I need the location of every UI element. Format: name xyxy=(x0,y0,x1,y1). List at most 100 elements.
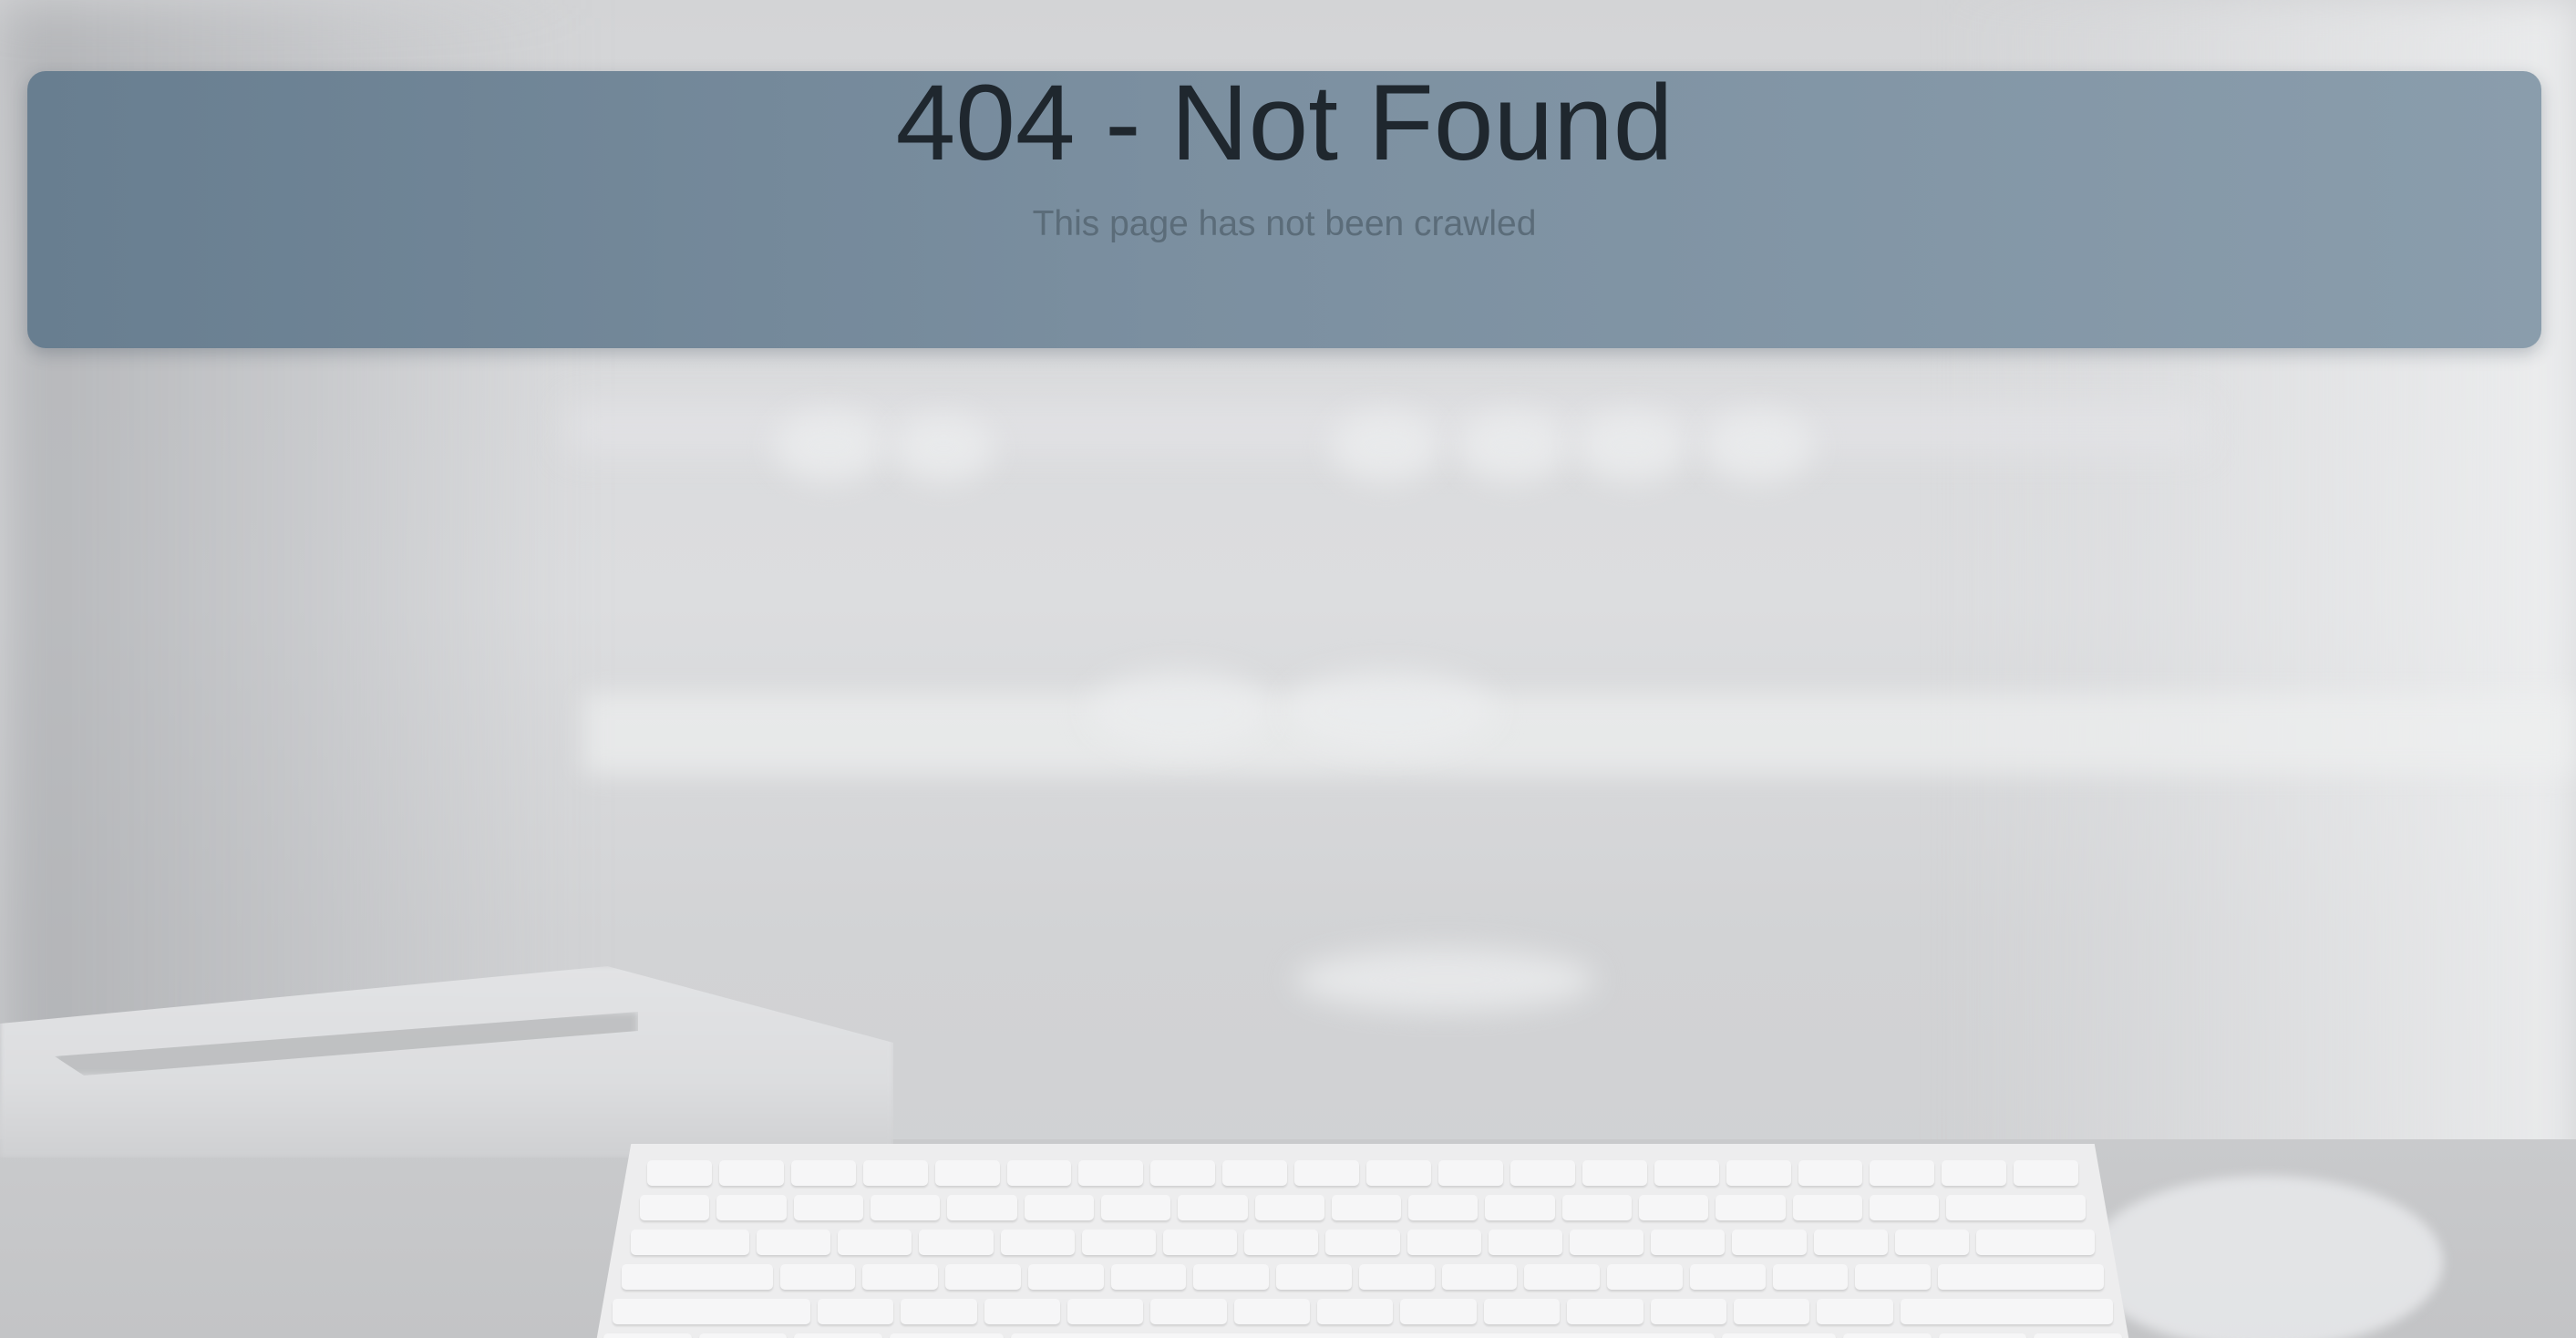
background-blur-spot xyxy=(1577,410,1686,483)
keyboard-key xyxy=(1110,1264,1187,1290)
keyboard-key xyxy=(1488,1230,1562,1255)
keyboard-key xyxy=(794,1333,882,1338)
keyboard-key xyxy=(1358,1264,1435,1290)
keyboard-key xyxy=(1193,1264,1269,1290)
keyboard-key xyxy=(870,1195,941,1220)
keyboard-key xyxy=(631,1230,749,1255)
keyboard-key xyxy=(1733,1299,1810,1324)
keyboard-key xyxy=(1942,1160,2007,1186)
background-blur-spot xyxy=(1331,410,1440,483)
keyboard-key xyxy=(1639,1195,1709,1220)
keyboard-key xyxy=(1843,1333,1932,1338)
keyboard-key xyxy=(889,1333,1004,1338)
background-blur-spot xyxy=(893,415,994,483)
keyboard-key xyxy=(1732,1230,1807,1255)
keyboard-key xyxy=(1066,1299,1144,1324)
keyboard-key xyxy=(1000,1230,1075,1255)
keyboard-key xyxy=(1233,1299,1311,1324)
keyboard-key xyxy=(1317,1299,1394,1324)
background-blur-spot xyxy=(1458,410,1568,483)
keyboard-key xyxy=(1485,1195,1555,1220)
keyboard-key xyxy=(1870,1195,1940,1220)
keyboard-key xyxy=(919,1230,994,1255)
background-blur-spot xyxy=(1089,670,1272,752)
keyboard-key xyxy=(862,1264,938,1290)
keyboard-key xyxy=(718,1160,784,1186)
keyboard-key xyxy=(1162,1230,1238,1255)
keyboard-key xyxy=(1244,1230,1319,1255)
keyboard-key xyxy=(947,1195,1017,1220)
keyboard-key xyxy=(622,1264,773,1290)
keyboard-key xyxy=(1798,1160,1863,1186)
keyboard-row xyxy=(647,1160,2079,1186)
keyboard-key xyxy=(1946,1195,2086,1220)
background-shelf xyxy=(583,693,2576,775)
background-blur-spot xyxy=(775,410,884,483)
keyboard-key xyxy=(698,1333,787,1338)
keyboard-key xyxy=(1222,1160,1288,1186)
keyboard-key xyxy=(603,1333,692,1338)
keyboard-key xyxy=(1651,1230,1726,1255)
keyboard-key xyxy=(1325,1230,1400,1255)
page-background: 404 - Not Found This page has not been c… xyxy=(0,0,2576,1338)
keyboard-key xyxy=(1150,1160,1216,1186)
page-subtitle: This page has not been crawled xyxy=(1032,204,1537,243)
keyboard-key xyxy=(1100,1195,1171,1220)
keyboard-key xyxy=(984,1299,1060,1324)
keyboard-key xyxy=(1870,1160,1935,1186)
keyboard-key xyxy=(1406,1230,1481,1255)
keyboard-key xyxy=(1331,1195,1402,1220)
keyboard-key xyxy=(1894,1230,1969,1255)
keyboard-key xyxy=(1722,1333,1837,1338)
keyboard-key xyxy=(1855,1264,1931,1290)
keyboard-key xyxy=(1294,1160,1360,1186)
keyboard-key xyxy=(1441,1264,1518,1290)
background-keyboard xyxy=(592,1144,2133,1338)
background-bowl xyxy=(1294,948,1595,1012)
keyboard-key xyxy=(793,1195,863,1220)
keyboard-key xyxy=(1567,1299,1643,1324)
keyboard-key xyxy=(1689,1264,1766,1290)
background-blur-spot xyxy=(1285,670,1495,752)
keyboard-key xyxy=(1654,1160,1719,1186)
error-banner: 404 - Not Found This page has not been c… xyxy=(27,63,2541,348)
keyboard-key xyxy=(862,1160,928,1186)
keyboard-key xyxy=(1006,1160,1072,1186)
keyboard-key xyxy=(817,1299,894,1324)
page-title: 404 - Not Found xyxy=(895,63,1674,183)
keyboard-key xyxy=(1081,1230,1156,1255)
keyboard-key xyxy=(1254,1195,1324,1220)
keyboard-key xyxy=(1027,1264,1104,1290)
keyboard-key xyxy=(1510,1160,1575,1186)
keyboard-key xyxy=(779,1264,856,1290)
keyboard-key xyxy=(1726,1160,1791,1186)
keyboard-key xyxy=(1772,1264,1849,1290)
keyboard-row xyxy=(613,1299,2114,1324)
keyboard-row xyxy=(622,1264,2105,1290)
keyboard-key xyxy=(1400,1299,1477,1324)
background-mouse xyxy=(2087,1176,2443,1338)
keyboard-key xyxy=(1524,1264,1600,1290)
keyboard-key xyxy=(1607,1264,1683,1290)
keyboard-key xyxy=(901,1299,977,1324)
keyboard-key xyxy=(1900,1299,2114,1324)
keyboard-key xyxy=(2034,1333,2122,1338)
keyboard-key xyxy=(1366,1160,1431,1186)
keyboard-key xyxy=(647,1160,712,1186)
keyboard-key xyxy=(1437,1160,1503,1186)
keyboard-key xyxy=(716,1195,787,1220)
keyboard-key xyxy=(1817,1299,1893,1324)
keyboard-key xyxy=(1582,1160,1647,1186)
keyboard-key xyxy=(756,1230,831,1255)
keyboard-row xyxy=(631,1230,2095,1255)
keyboard-key xyxy=(1716,1195,1786,1220)
keyboard-key xyxy=(790,1160,856,1186)
keyboard-row xyxy=(603,1333,2122,1338)
keyboard-key xyxy=(1078,1160,1144,1186)
keyboard-key xyxy=(934,1160,1000,1186)
keyboard-key xyxy=(1010,1333,1715,1338)
keyboard-key xyxy=(613,1299,810,1324)
keyboard-key xyxy=(1276,1264,1352,1290)
keyboard-key xyxy=(1150,1299,1227,1324)
keyboard-key xyxy=(1483,1299,1561,1324)
